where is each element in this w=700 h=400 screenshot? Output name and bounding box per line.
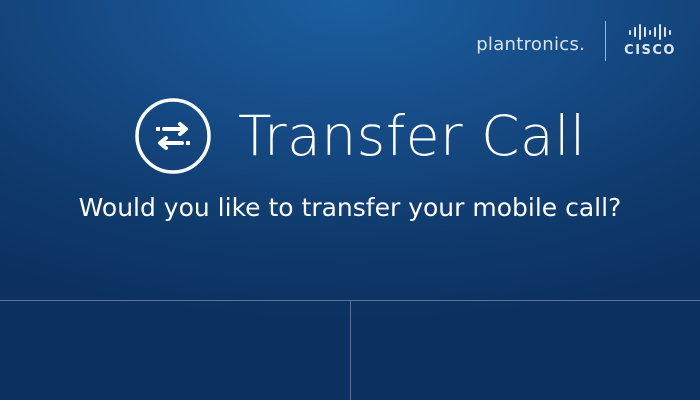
cisco-wordmark: CISCO <box>624 43 676 58</box>
dialog-question: Would you like to transfer your mobile c… <box>78 193 622 222</box>
transfer-call-screen: plantronics. CISCO Transfer Call Would y… <box>0 0 700 400</box>
plantronics-logo: plantronics. <box>476 33 586 55</box>
cisco-bars-icon <box>629 24 672 40</box>
dialog-title: Transfer Call <box>238 103 586 168</box>
right-action-button[interactable] <box>349 301 700 400</box>
cisco-logo: CISCO <box>624 24 676 58</box>
brand-divider <box>605 21 607 61</box>
dialog-header: Transfer Call <box>134 97 586 175</box>
dialog-button-row <box>0 300 700 400</box>
left-action-button[interactable] <box>0 301 350 400</box>
transfer-arrows-icon <box>135 98 211 174</box>
brand-bar: plantronics. CISCO <box>476 20 676 62</box>
